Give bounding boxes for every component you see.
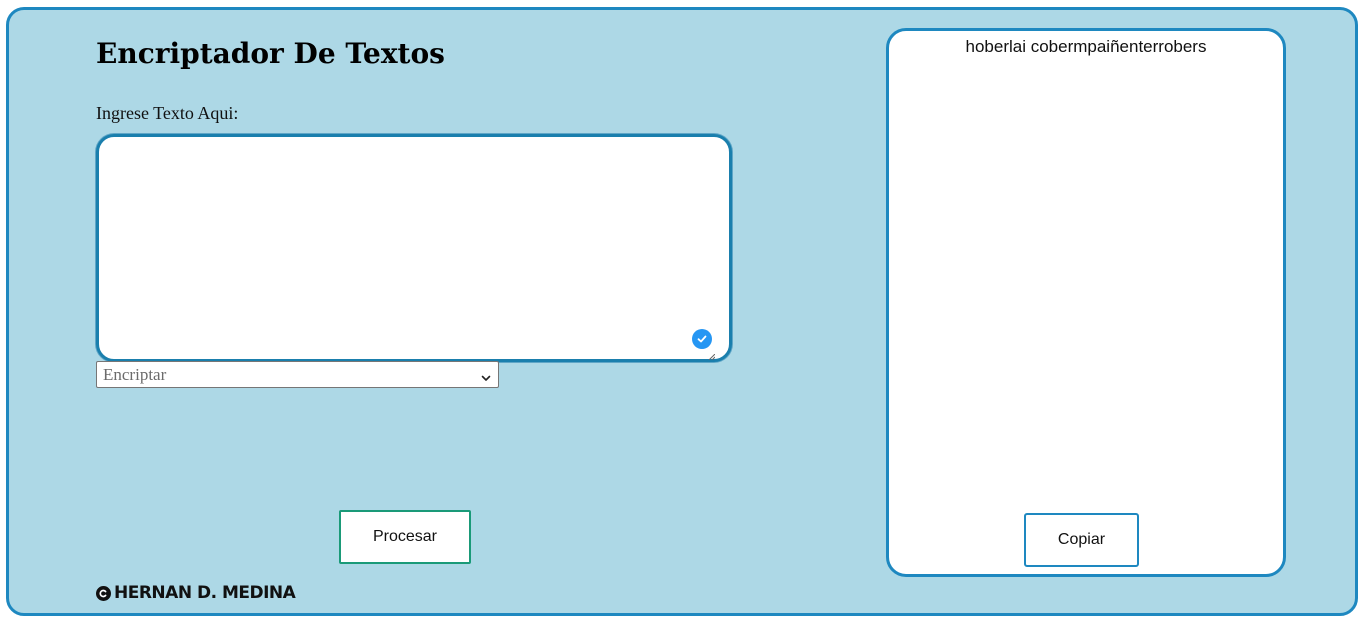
text-input[interactable] [96,134,732,362]
copyright-icon [96,585,111,601]
resize-handle-icon[interactable] [708,347,716,361]
copy-button[interactable]: Copiar [1024,513,1139,567]
page-title: Encriptador De Textos [96,37,445,70]
author-name: HERNAN D. MEDINA [114,583,296,603]
process-button[interactable]: Procesar [339,510,471,564]
footer-credit: HERNAN D. MEDINA [96,583,296,603]
chevron-down-icon [480,369,492,381]
mode-select[interactable]: Encriptar [96,361,499,388]
app-container: Encriptador De Textos Ingrese Texto Aqui… [6,7,1358,616]
mode-select-value: Encriptar [103,364,167,384]
output-text: hoberlai cobermpaiñenterrobers [965,37,1207,56]
check-circle-icon [692,329,712,349]
output-panel: hoberlai cobermpaiñenterrobers Copiar [886,28,1286,577]
input-label: Ingrese Texto Aqui: [96,103,239,123]
